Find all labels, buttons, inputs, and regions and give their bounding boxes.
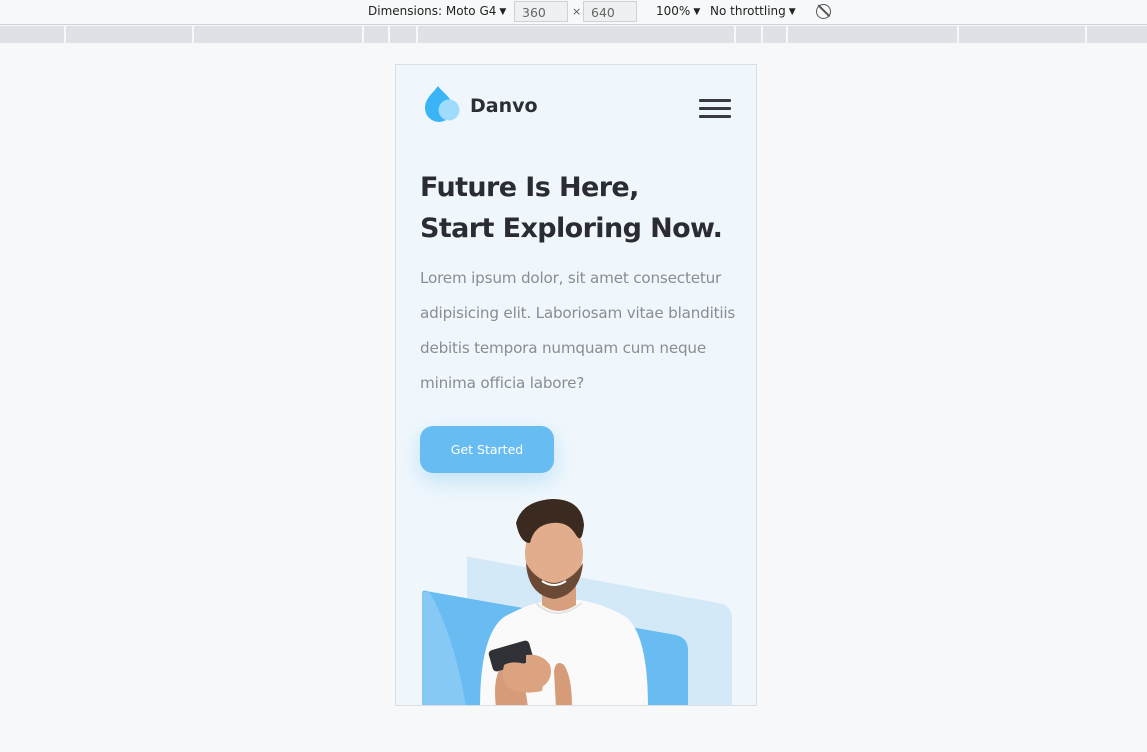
zoom-select[interactable]: 100% ▼ (656, 4, 700, 18)
ruler-divider (64, 26, 66, 43)
throttling-select[interactable]: No throttling ▼ (710, 4, 796, 18)
ruler-divider (388, 26, 390, 43)
water-drop-logo-icon[interactable] (420, 84, 462, 124)
brand-name[interactable]: Danvo (470, 95, 538, 117)
hero-lead-text: Lorem ipsum dolor, sit amet consectetur … (420, 269, 736, 392)
throttling-label: No throttling (710, 4, 786, 18)
device-viewport: Danvo Future Is Here, Start Exploring No… (395, 64, 757, 706)
caret-down-icon: ▼ (788, 7, 796, 17)
site-navbar: Danvo (396, 65, 756, 155)
ruler-divider (786, 26, 788, 43)
zoom-label: 100% (656, 4, 691, 18)
ruler-divider (1085, 26, 1087, 43)
ruler-divider (761, 26, 763, 43)
height-input[interactable]: 640 (583, 1, 637, 22)
hamburger-menu-icon[interactable] (699, 99, 733, 121)
dimensions-select[interactable]: Dimensions: Moto G4 ▼ (368, 4, 506, 18)
width-input[interactable]: 360 (514, 1, 568, 22)
hero-headline: Future Is Here, Start Exploring Now. (420, 167, 740, 249)
headline-line-1: Future Is Here, (420, 172, 639, 203)
dimensions-label: Dimensions: Moto G4 (368, 4, 497, 18)
rotate-icon[interactable] (816, 4, 831, 19)
caret-down-icon: ▼ (693, 7, 701, 17)
headline-line-2: Start Exploring Now. (420, 213, 723, 244)
devtools-device-toolbar: Dimensions: Moto G4 ▼ 360 × 640 100% ▼ No … (0, 0, 1147, 25)
hero-illustration (422, 499, 732, 705)
times-sign: × (572, 5, 582, 18)
ruler-divider (416, 26, 418, 43)
ruler-divider (734, 26, 736, 43)
get-started-button[interactable]: Get Started (420, 426, 554, 473)
caret-down-icon: ▼ (499, 7, 507, 17)
ruler-divider (362, 26, 364, 43)
media-query-ruler[interactable] (0, 26, 1147, 43)
ruler-divider (957, 26, 959, 43)
ruler-divider (192, 26, 194, 43)
